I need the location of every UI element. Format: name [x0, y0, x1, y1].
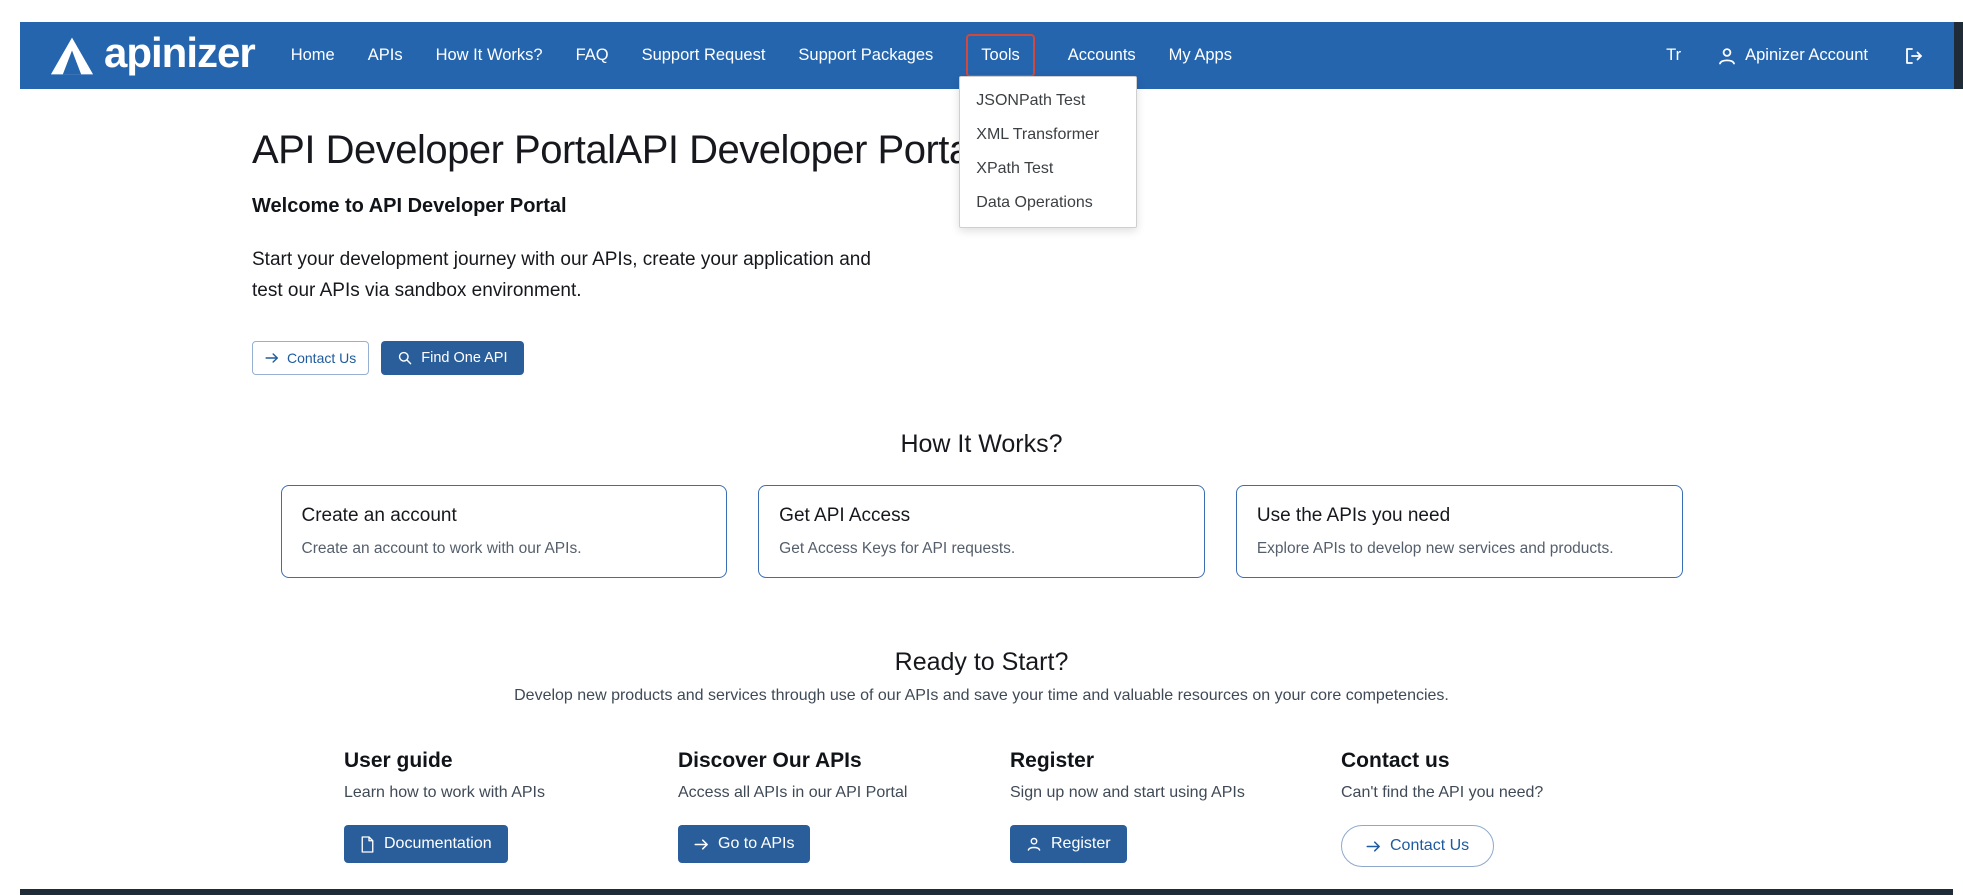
contact-us-button[interactable]: Contact Us [252, 341, 369, 375]
column-title: User guide [344, 749, 678, 773]
ready-title: Ready to Start? [0, 648, 1963, 677]
how-it-works-title: How It Works? [0, 430, 1963, 459]
how-it-works-cards: Create an account Create an account to w… [281, 485, 1683, 578]
menu-item-data-operations[interactable]: Data Operations [960, 186, 1136, 220]
nav-item-tools-label: Tools [981, 46, 1020, 64]
main-navigation: Home APIs How It Works? FAQ Support Requ… [291, 34, 1232, 77]
nav-item-support-request[interactable]: Support Request [642, 46, 766, 65]
ready-to-start-section: Ready to Start? Develop new products and… [0, 648, 1963, 867]
ready-columns: User guide Learn how to work with APIs D… [344, 749, 1963, 867]
arrow-right-icon [1366, 840, 1381, 853]
nav-item-tools[interactable]: Tools JSONPath Test XML Transformer XPat… [966, 34, 1035, 77]
arrow-right-icon [694, 838, 709, 851]
brand-logo[interactable]: apinizer [50, 32, 255, 79]
menu-item-xml-transformer[interactable]: XML Transformer [960, 118, 1136, 152]
column-title: Discover Our APIs [678, 749, 1010, 773]
column-description: Can't find the API you need? [1341, 784, 1543, 802]
nav-item-faq[interactable]: FAQ [576, 46, 609, 65]
register-label: Register [1051, 835, 1111, 853]
search-icon [397, 350, 413, 366]
column-user-guide: User guide Learn how to work with APIs D… [344, 749, 678, 867]
window-edge-right [1954, 22, 1963, 89]
column-register: Register Sign up now and start using API… [1010, 749, 1341, 867]
nav-item-my-apps[interactable]: My Apps [1169, 46, 1232, 65]
documentation-label: Documentation [384, 835, 492, 853]
navbar-right: Tr Apinizer Account [1666, 46, 1924, 66]
person-icon [1717, 46, 1737, 66]
document-icon [360, 836, 375, 853]
card-use-apis: Use the APIs you need Explore APIs to de… [1236, 485, 1683, 578]
documentation-button[interactable]: Documentation [344, 825, 508, 863]
register-button[interactable]: Register [1010, 825, 1127, 863]
navbar: apinizer Home APIs How It Works? FAQ Sup… [20, 22, 1954, 89]
ready-subtitle: Develop new products and services throug… [0, 687, 1963, 705]
menu-item-jsonpath-test[interactable]: JSONPath Test [960, 84, 1136, 118]
arrow-right-icon [265, 352, 279, 364]
card-title: Create an account [302, 505, 707, 527]
language-toggle[interactable]: Tr [1666, 46, 1681, 65]
go-to-apis-button[interactable]: Go to APIs [678, 825, 810, 863]
column-description: Sign up now and start using APIs [1010, 784, 1341, 802]
account-label: Apinizer Account [1745, 46, 1868, 65]
hero-buttons: Contact Us Find One API [252, 341, 1963, 375]
tools-dropdown-menu: JSONPath Test XML Transformer XPath Test… [959, 76, 1137, 228]
contact-us-pill-button[interactable]: Contact Us [1341, 825, 1494, 867]
column-title: Contact us [1341, 749, 1543, 773]
menu-item-xpath-test[interactable]: XPath Test [960, 152, 1136, 186]
card-get-api-access: Get API Access Get Access Keys for API r… [758, 485, 1205, 578]
card-create-account: Create an account Create an account to w… [281, 485, 728, 578]
contact-us-label: Contact Us [287, 350, 356, 366]
go-to-apis-label: Go to APIs [718, 835, 794, 853]
nav-item-support-packages[interactable]: Support Packages [798, 46, 933, 65]
nav-item-home[interactable]: Home [291, 46, 335, 65]
nav-item-how-it-works[interactable]: How It Works? [436, 46, 543, 65]
find-one-api-button[interactable]: Find One API [381, 341, 523, 375]
find-one-api-label: Find One API [421, 350, 507, 366]
column-contact-us: Contact us Can't find the API you need? … [1341, 749, 1543, 867]
card-description: Get Access Keys for API requests. [779, 540, 1184, 558]
column-discover-apis: Discover Our APIs Access all APIs in our… [678, 749, 1010, 867]
card-title: Use the APIs you need [1257, 505, 1662, 527]
column-title: Register [1010, 749, 1341, 773]
card-title: Get API Access [779, 505, 1184, 527]
nav-item-apis[interactable]: APIs [368, 46, 403, 65]
window-edge-bottom [20, 889, 1953, 895]
column-description: Access all APIs in our API Portal [678, 784, 1010, 802]
logout-icon[interactable] [1904, 46, 1924, 66]
card-description: Explore APIs to develop new services and… [1257, 540, 1662, 558]
person-icon [1026, 836, 1042, 852]
account-menu[interactable]: Apinizer Account [1717, 46, 1868, 66]
apinizer-logo-icon [50, 36, 94, 76]
column-description: Learn how to work with APIs [344, 784, 678, 802]
nav-item-accounts[interactable]: Accounts [1068, 46, 1136, 65]
card-description: Create an account to work with our APIs. [302, 540, 707, 558]
brand-name: apinizer [104, 32, 255, 79]
contact-us-pill-label: Contact Us [1390, 837, 1469, 855]
how-it-works-section: How It Works? Create an account Create a… [0, 430, 1963, 578]
hero-description: Start your development journey with our … [252, 244, 900, 306]
